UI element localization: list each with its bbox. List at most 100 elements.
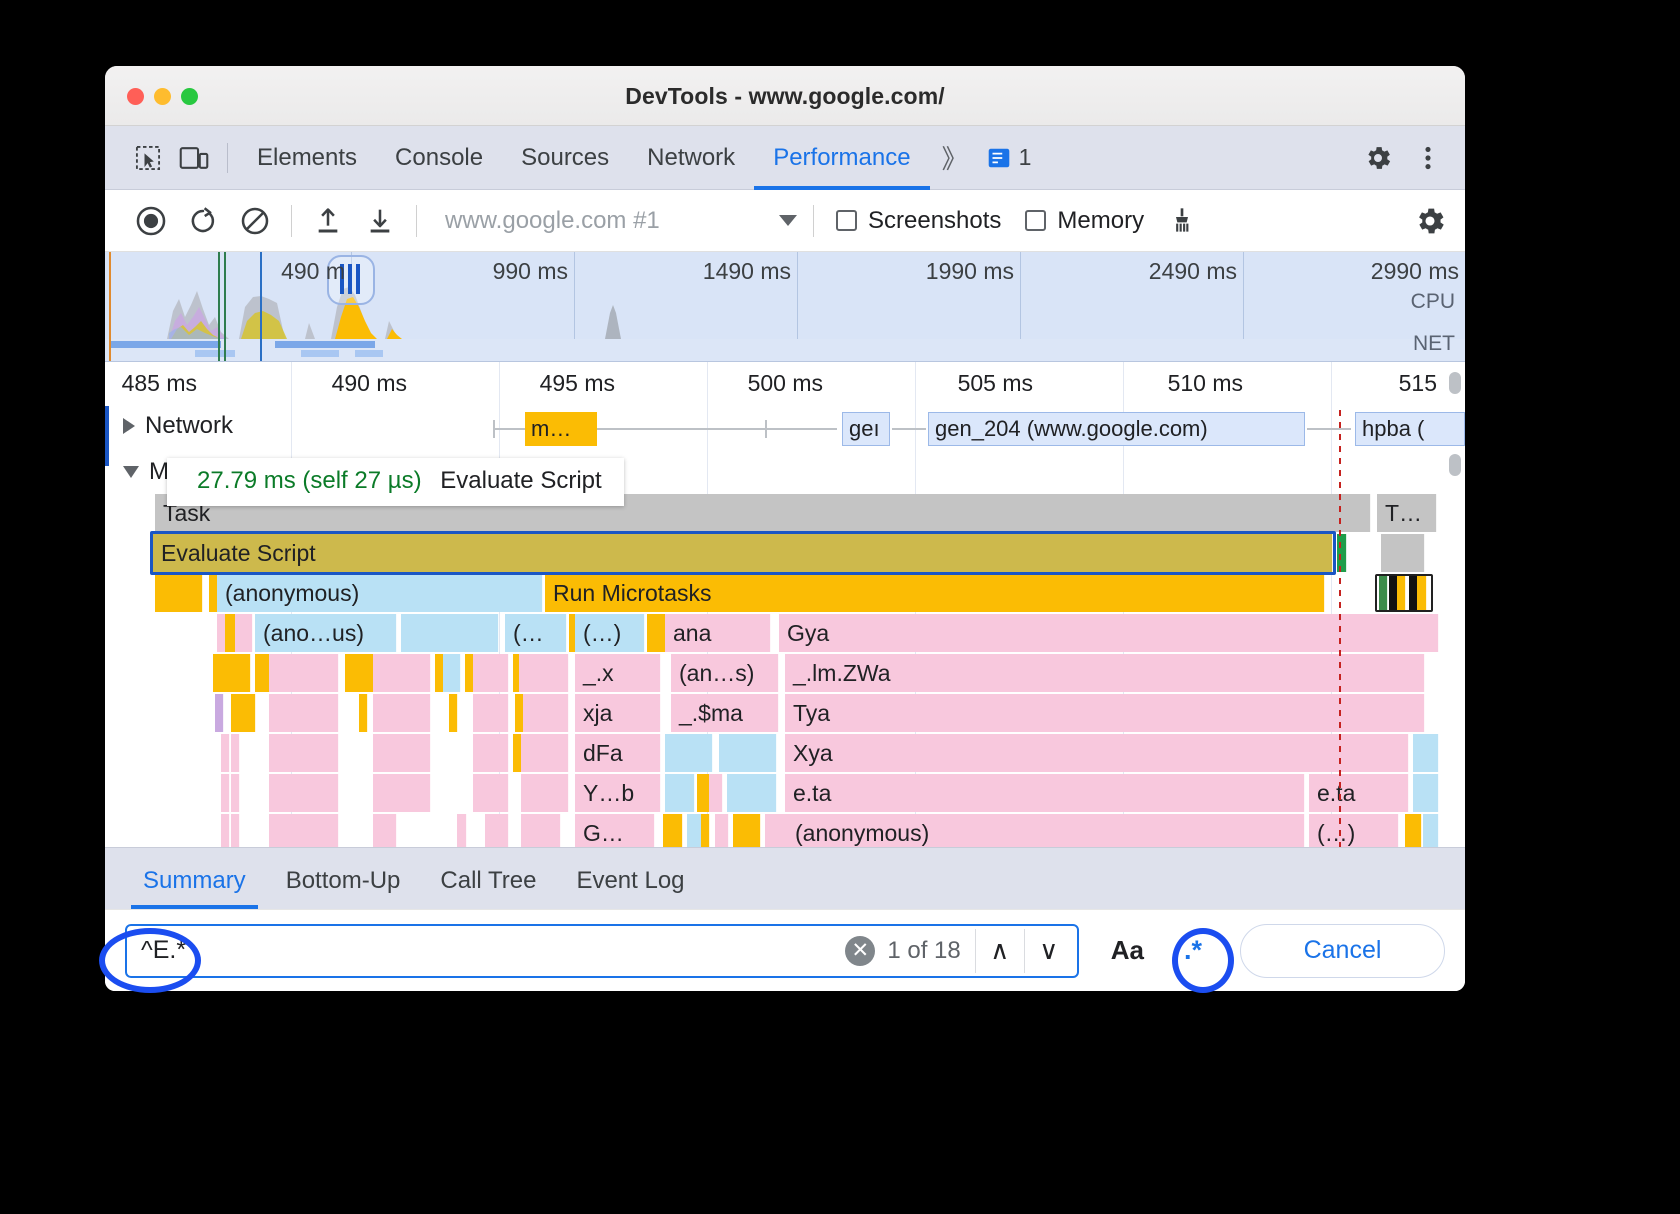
toolbar-divider-1 (291, 205, 292, 237)
timeline-overview[interactable]: 490 m 990 ms 1490 ms 1990 ms 2490 ms 299… (105, 252, 1465, 362)
flame-block[interactable]: (ano…us) (255, 614, 397, 652)
flame-block-label: T… (1385, 500, 1422, 527)
flame-row[interactable]: dFa Xya (105, 734, 1465, 774)
flame-block[interactable]: G… (575, 814, 655, 847)
flame-block[interactable]: ana (665, 614, 771, 652)
flame-chart-area[interactable]: 485 ms 490 ms 495 ms 500 ms 505 ms 510 m… (105, 362, 1465, 847)
tab-elements-label: Elements (257, 144, 357, 172)
network-request-item[interactable]: gen_204 (www.google.com) (928, 412, 1305, 446)
window-title: DevTools - www.google.com/ (105, 83, 1465, 110)
overview-cpu-label: CPU (1411, 290, 1455, 314)
match-count: 1 of 18 (887, 937, 974, 965)
record-circle-icon[interactable] (125, 195, 177, 247)
cancel-button[interactable]: Cancel (1240, 924, 1445, 978)
vertical-scrollbar-thumb[interactable] (1449, 454, 1461, 476)
inspect-element-icon[interactable] (125, 135, 171, 181)
tab-sources[interactable]: Sources (502, 126, 628, 190)
search-input-wrap[interactable]: ✕ 1 of 18 ∧ ∨ (125, 924, 1079, 978)
flame-row[interactable]: (ano…us) (… (…) ana (105, 614, 1465, 654)
flame-block[interactable]: (anonymous) (765, 814, 1305, 847)
screenshot-root: DevTools - www.google.com/ El (0, 0, 1680, 1214)
flame-block[interactable] (719, 734, 777, 772)
flame-block[interactable] (665, 734, 713, 772)
tab-elements[interactable]: Elements (238, 126, 376, 190)
vertical-scrollbar-thumb-top[interactable] (1449, 372, 1461, 394)
upload-profile-icon[interactable] (302, 195, 354, 247)
flame-row[interactable]: Evaluate Script (105, 534, 1465, 574)
flame-block-label: e.ta (1317, 780, 1355, 807)
flame-block[interactable]: _.$ma (671, 694, 779, 732)
flame-block[interactable]: (…) (575, 614, 645, 652)
flame-block[interactable]: (an…s) (671, 654, 779, 692)
screenshots-checkbox[interactable]: Screenshots (824, 207, 1013, 235)
flame-block-label: ana (673, 620, 711, 647)
ruler-tick-6: 515 (1399, 370, 1445, 397)
settings-gear-icon[interactable] (1355, 135, 1401, 181)
network-request-item[interactable]: geı (842, 412, 890, 446)
network-request-item[interactable]: m… (525, 412, 597, 446)
tab-network[interactable]: Network (628, 126, 754, 190)
expand-triangle-icon[interactable] (123, 418, 135, 434)
flame-row[interactable]: G… (anonymous) (…) (105, 814, 1465, 847)
flame-block[interactable]: T… (1377, 494, 1437, 532)
flame-block[interactable]: dFa (575, 734, 661, 772)
flame-block-label: _.lm.ZWa (793, 660, 891, 687)
flame-block[interactable]: Xya (785, 734, 1409, 772)
find-previous-icon[interactable]: ∧ (976, 927, 1024, 975)
flame-block[interactable] (155, 574, 203, 612)
flame-block[interactable]: _.x (575, 654, 661, 692)
clear-icon[interactable] (229, 195, 281, 247)
ruler-tick-4: 505 ms (958, 370, 1041, 397)
ruler-tick-1: 490 ms (332, 370, 415, 397)
flame-block[interactable]: xja (575, 694, 661, 732)
network-request-label: hpba ( (1362, 416, 1424, 442)
tab-call-tree[interactable]: Call Tree (420, 867, 556, 909)
flame-row[interactable]: (anonymous) Run Microtasks (105, 574, 1465, 614)
flame-block[interactable]: Y…b (575, 774, 661, 812)
flame-block[interactable]: Tya (785, 694, 1425, 732)
network-request-item[interactable]: hpba ( (1355, 412, 1465, 446)
flame-block[interactable]: Run Microtasks (545, 574, 1325, 612)
issues-indicator[interactable]: 1 (976, 144, 1042, 171)
tab-event-log[interactable]: Event Log (556, 867, 704, 909)
flame-rows[interactable]: Task T… Evaluate Script (105, 494, 1465, 847)
flame-block[interactable] (1381, 534, 1425, 572)
flame-block[interactable]: (… (505, 614, 567, 652)
flame-row[interactable]: Y…b e.ta e.ta (105, 774, 1465, 814)
tab-bottom-up[interactable]: Bottom-Up (266, 867, 421, 909)
more-tabs-chevron-icon[interactable]: 》 (930, 139, 976, 176)
window-titlebar: DevTools - www.google.com/ (105, 66, 1465, 126)
clear-search-icon[interactable]: ✕ (845, 936, 875, 966)
network-track[interactable]: Network m… geı gen_204 (www.google.com) (105, 406, 1465, 452)
flame-block-label: Gya (787, 620, 829, 647)
collapse-triangle-icon[interactable] (123, 466, 139, 478)
flame-block-evaluate-script[interactable]: Evaluate Script (153, 534, 1333, 572)
device-toolbar-icon[interactable] (171, 135, 217, 181)
track-title-network[interactable]: Network (123, 412, 233, 440)
flame-block[interactable]: (anonymous) (217, 574, 543, 612)
overview-marker-fp (260, 252, 262, 361)
more-vertical-icon[interactable] (1405, 135, 1451, 181)
find-next-icon[interactable]: ∨ (1025, 927, 1073, 975)
regex-toggle-button[interactable]: .* (1170, 928, 1216, 974)
capture-settings-gear-icon[interactable] (1413, 195, 1465, 247)
flame-row[interactable]: _.x (an…s) _.lm.ZWa (105, 654, 1465, 694)
collect-garbage-icon[interactable] (1156, 195, 1208, 247)
chevron-down-icon[interactable] (779, 215, 797, 226)
network-request-label: gen_204 (www.google.com) (935, 416, 1208, 442)
match-case-button[interactable]: Aa (1095, 935, 1160, 966)
search-input[interactable] (141, 936, 845, 965)
download-profile-icon[interactable] (354, 195, 406, 247)
flame-block-label: e.ta (793, 780, 831, 807)
tab-summary[interactable]: Summary (123, 867, 266, 909)
flame-block[interactable]: e.ta (1309, 774, 1409, 812)
flame-block[interactable]: _.lm.ZWa (785, 654, 1425, 692)
tab-console[interactable]: Console (376, 126, 502, 190)
flame-block[interactable]: e.ta (785, 774, 1305, 812)
flame-block[interactable]: (…) (1309, 814, 1399, 847)
ruler-tick-0: 485 ms (122, 370, 205, 397)
flame-row[interactable]: xja _.$ma Tya (105, 694, 1465, 734)
reload-record-icon[interactable] (177, 195, 229, 247)
tab-performance[interactable]: Performance (754, 126, 929, 190)
memory-checkbox[interactable]: Memory (1013, 207, 1156, 235)
